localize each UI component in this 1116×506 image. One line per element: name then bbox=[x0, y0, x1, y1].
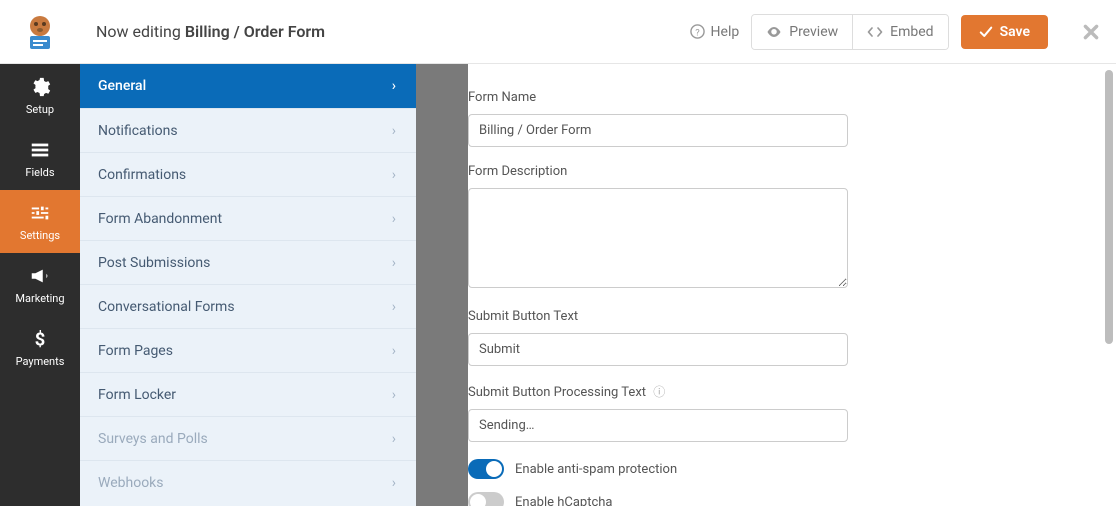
list-icon bbox=[29, 139, 51, 161]
main-nav: Setup Fields Settings Marketing $ Paymen… bbox=[0, 64, 80, 506]
subnav-item-form-abandonment[interactable]: Form Abandonment › bbox=[80, 196, 416, 240]
app-logo bbox=[0, 0, 80, 64]
chevron-right-icon: › bbox=[392, 299, 396, 315]
scrollbar[interactable] bbox=[1105, 70, 1113, 344]
editing-title: Now editing Billing / Order Form bbox=[80, 22, 690, 41]
bullhorn-icon bbox=[29, 265, 51, 287]
svg-text:$: $ bbox=[35, 329, 46, 350]
nav-item-settings[interactable]: Settings bbox=[0, 190, 80, 253]
hcaptcha-toggle-label: Enable hCaptcha bbox=[515, 495, 613, 506]
help-icon: ? bbox=[690, 24, 705, 39]
help-link[interactable]: ? Help bbox=[690, 24, 740, 40]
gutter bbox=[416, 64, 468, 506]
hcaptcha-toggle[interactable] bbox=[468, 492, 504, 506]
nav-item-setup[interactable]: Setup bbox=[0, 64, 80, 127]
chevron-right-icon: › bbox=[392, 475, 396, 491]
close-button[interactable] bbox=[1082, 23, 1100, 41]
svg-text:?: ? bbox=[695, 27, 700, 38]
preview-embed-group: Preview Embed bbox=[751, 14, 948, 50]
code-icon bbox=[867, 24, 883, 40]
subnav-item-webhooks[interactable]: Webhooks › bbox=[80, 460, 416, 504]
chevron-right-icon: › bbox=[392, 431, 396, 447]
subnav-item-general[interactable]: General › bbox=[80, 64, 416, 108]
check-icon bbox=[979, 25, 993, 39]
editing-prefix: Now editing bbox=[96, 22, 185, 41]
settings-general-panel: Form Name Form Description Submit Button… bbox=[468, 64, 1116, 506]
embed-button[interactable]: Embed bbox=[852, 15, 947, 49]
form-name-label: Form Name bbox=[468, 90, 848, 105]
subnav-item-confirmations[interactable]: Confirmations › bbox=[80, 152, 416, 196]
form-description-label: Form Description bbox=[468, 164, 848, 179]
save-button[interactable]: Save bbox=[961, 15, 1048, 49]
close-icon bbox=[1082, 23, 1100, 41]
subnav-item-notifications[interactable]: Notifications › bbox=[80, 108, 416, 152]
chevron-right-icon: › bbox=[392, 167, 396, 183]
antispam-toggle[interactable] bbox=[468, 459, 504, 479]
subnav-item-surveys-polls[interactable]: Surveys and Polls › bbox=[80, 416, 416, 460]
content-wrap: Form Name Form Description Submit Button… bbox=[416, 64, 1116, 506]
submit-button-text-label: Submit Button Text bbox=[468, 309, 848, 324]
subnav-item-form-pages[interactable]: Form Pages › bbox=[80, 328, 416, 372]
header: Now editing Billing / Order Form ? Help … bbox=[0, 0, 1116, 64]
submit-button-text-input[interactable] bbox=[468, 333, 848, 366]
antispam-toggle-label: Enable anti-spam protection bbox=[515, 462, 677, 477]
dollar-icon: $ bbox=[29, 328, 51, 350]
subnav-item-form-locker[interactable]: Form Locker › bbox=[80, 372, 416, 416]
nav-item-payments[interactable]: $ Payments bbox=[0, 316, 80, 379]
body: Setup Fields Settings Marketing $ Paymen… bbox=[0, 64, 1116, 506]
chevron-right-icon: › bbox=[392, 255, 396, 271]
chevron-right-icon: › bbox=[392, 211, 396, 227]
nav-item-fields[interactable]: Fields bbox=[0, 127, 80, 190]
chevron-right-icon: › bbox=[392, 123, 396, 139]
header-actions: ? Help Preview Embed Save bbox=[690, 14, 1100, 50]
form-description-textarea[interactable] bbox=[468, 188, 848, 288]
wpforms-logo-icon bbox=[19, 11, 61, 53]
preview-button[interactable]: Preview bbox=[752, 15, 852, 49]
submit-processing-text-input[interactable] bbox=[468, 409, 848, 442]
sliders-icon bbox=[29, 202, 51, 224]
help-hint-icon[interactable]: ⓘ bbox=[653, 385, 665, 399]
nav-item-marketing[interactable]: Marketing bbox=[0, 253, 80, 316]
eye-icon bbox=[766, 24, 782, 40]
subnav-item-post-submissions[interactable]: Post Submissions › bbox=[80, 240, 416, 284]
submit-processing-text-label: Submit Button Processing Text ⓘ bbox=[468, 383, 848, 400]
form-name-input[interactable] bbox=[468, 114, 848, 147]
gear-icon bbox=[29, 76, 51, 98]
chevron-right-icon: › bbox=[392, 387, 396, 403]
subnav-item-conversational-forms[interactable]: Conversational Forms › bbox=[80, 284, 416, 328]
settings-subnav: General › Notifications › Confirmations … bbox=[80, 64, 416, 506]
chevron-right-icon: › bbox=[392, 343, 396, 359]
chevron-right-icon: › bbox=[392, 78, 396, 94]
editing-form-name: Billing / Order Form bbox=[185, 22, 325, 41]
